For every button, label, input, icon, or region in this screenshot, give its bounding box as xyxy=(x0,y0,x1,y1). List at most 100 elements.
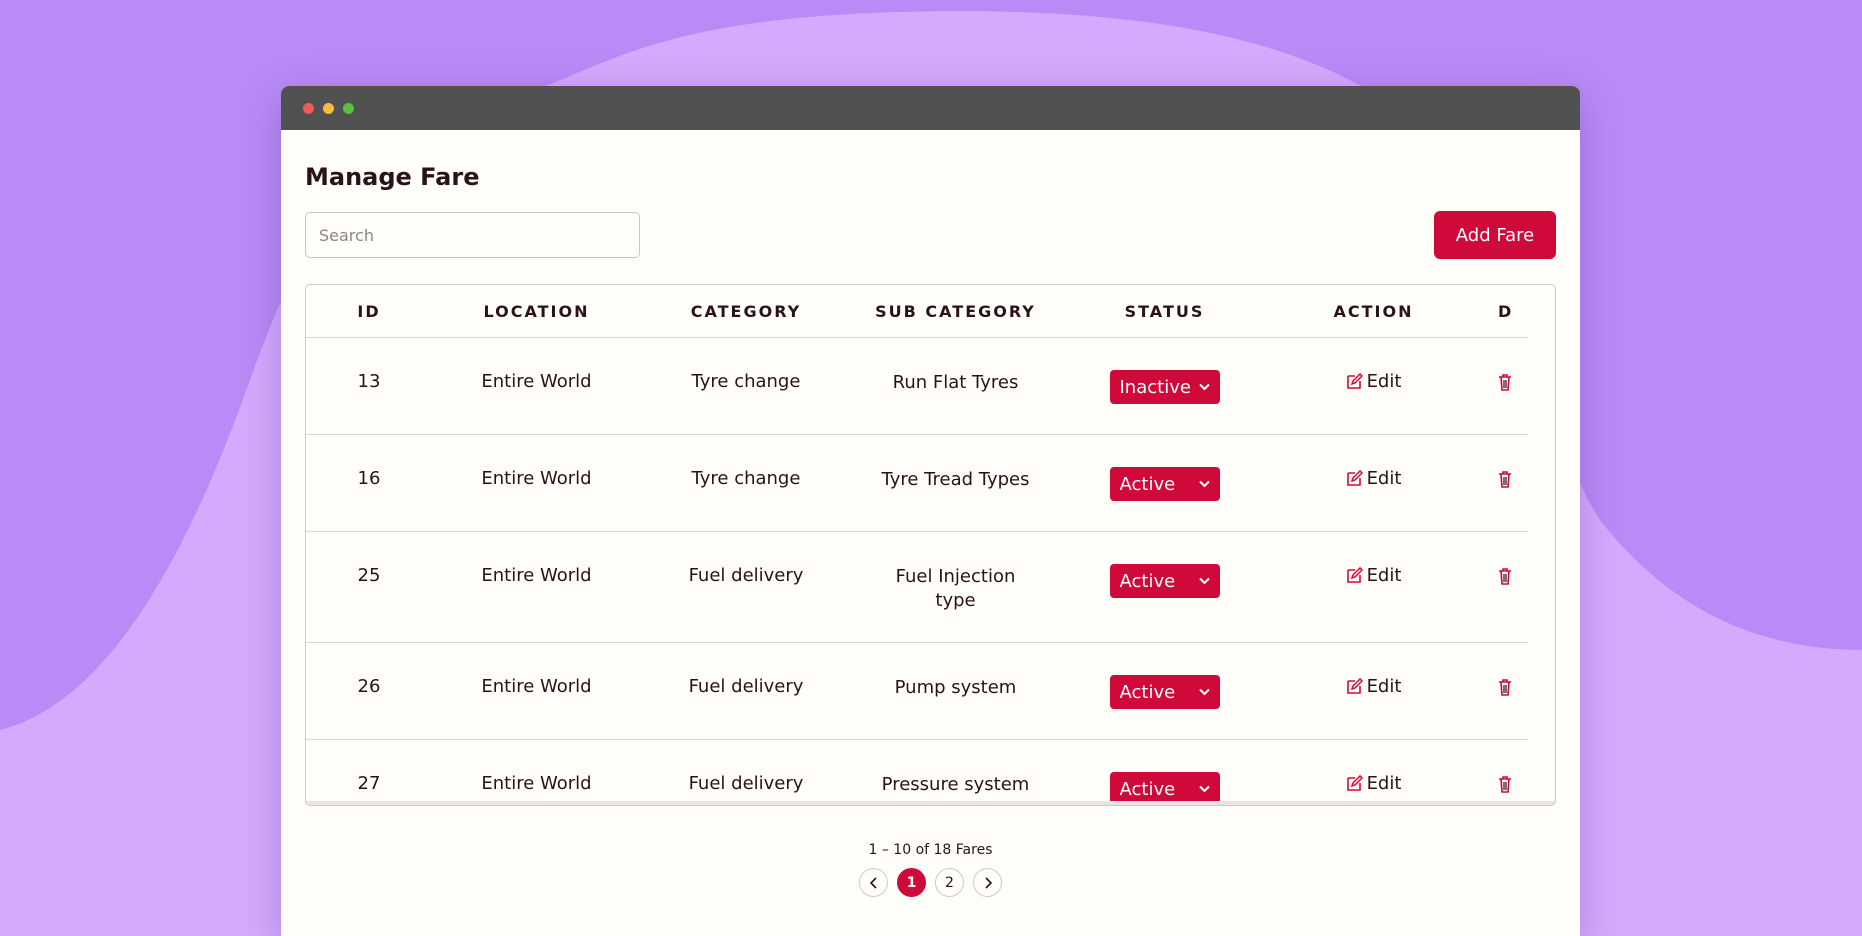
column-header-status[interactable]: STATUS xyxy=(1060,302,1269,321)
cell-id: 27 xyxy=(357,773,381,794)
edit-button[interactable]: Edit xyxy=(1346,371,1402,392)
chevron-down-icon xyxy=(1198,686,1210,699)
chevron-right-icon xyxy=(984,876,992,889)
edit-label: Edit xyxy=(1366,371,1402,392)
edit-icon xyxy=(1346,567,1363,583)
column-header-delete: D xyxy=(1498,301,1514,321)
cell-delete xyxy=(1478,565,1528,588)
next-page-button[interactable] xyxy=(973,868,1002,897)
cell-delete xyxy=(1478,371,1528,394)
window-titlebar xyxy=(281,86,1580,130)
edit-button[interactable]: Edit xyxy=(1346,676,1402,697)
toolbar: Add Fare xyxy=(305,211,1556,259)
cell-category: Fuel delivery xyxy=(688,565,804,586)
cell-location: Entire World xyxy=(481,773,592,794)
cell-id: 25 xyxy=(357,565,381,586)
status-dropdown[interactable]: Active xyxy=(1109,564,1220,598)
search-input[interactable] xyxy=(305,212,640,258)
maximize-window-button[interactable] xyxy=(343,102,354,114)
edit-icon xyxy=(1346,373,1363,389)
cell-sub-category: Pressure system xyxy=(851,773,1060,797)
cell-status: Active xyxy=(1060,675,1269,710)
table-row: 27 Entire World Fuel delivery Pressure s… xyxy=(306,740,1528,805)
chevron-left-icon xyxy=(869,876,877,889)
pagination-summary: 1 – 10 of 18 Fares xyxy=(868,842,993,858)
edit-label: Edit xyxy=(1366,773,1402,794)
trash-icon[interactable] xyxy=(1498,470,1512,488)
cell-category: Tyre change xyxy=(691,371,801,392)
cell-sub-category: Tyre Tread Types xyxy=(851,468,1060,492)
cell-action: Edit xyxy=(1269,676,1478,700)
chevron-down-icon xyxy=(1198,381,1210,394)
table-row: 13 Entire World Tyre change Run Flat Tyr… xyxy=(306,338,1528,435)
cell-category: Fuel delivery xyxy=(688,676,804,697)
column-header-location[interactable]: LOCATION xyxy=(432,302,641,321)
prev-page-button[interactable] xyxy=(859,868,888,897)
main-content: Manage Fare Add Fare ID LOCATION CATEGOR… xyxy=(281,162,1580,897)
sub-category-text: Tyre Tread Types xyxy=(881,469,1030,490)
table-row: 25 Entire World Fuel delivery Fuel Injec… xyxy=(306,532,1528,643)
column-header-sub-category[interactable]: SUB CATEGORY xyxy=(851,302,1060,321)
close-window-button[interactable] xyxy=(303,102,314,114)
column-header-id[interactable]: ID xyxy=(306,302,432,321)
table-header-row: ID LOCATION CATEGORY SUB CATEGORY STATUS… xyxy=(306,285,1528,338)
column-header-action: ACTION xyxy=(1333,301,1414,321)
cell-status: Active xyxy=(1060,564,1269,599)
cell-action: Edit xyxy=(1269,468,1478,492)
trash-icon[interactable] xyxy=(1498,567,1512,585)
cell-sub-category: Pump system xyxy=(851,676,1060,700)
cell-location: Entire World xyxy=(481,676,592,697)
table-row: 16 Entire World Tyre change Tyre Tread T… xyxy=(306,435,1528,532)
cell-action: Edit xyxy=(1269,371,1478,395)
sub-category-text: Pressure system xyxy=(881,774,1030,795)
chevron-down-icon xyxy=(1198,478,1210,491)
cell-category: Fuel delivery xyxy=(688,773,804,794)
edit-button[interactable]: Edit xyxy=(1346,468,1402,489)
minimize-window-button[interactable] xyxy=(323,102,334,114)
page-title: Manage Fare xyxy=(305,163,480,191)
status-label: Active xyxy=(1119,778,1176,800)
edit-icon xyxy=(1346,678,1363,694)
pagination: 1 2 xyxy=(305,868,1556,897)
edit-label: Edit xyxy=(1366,468,1402,489)
status-label: Active xyxy=(1119,473,1176,495)
sub-category-text: Pump system xyxy=(894,677,1017,698)
column-header-category[interactable]: CATEGORY xyxy=(641,302,851,321)
status-label: Inactive xyxy=(1119,376,1191,398)
cell-sub-category: Fuel Injection type xyxy=(851,565,1060,613)
chevron-down-icon xyxy=(1198,575,1210,588)
sub-category-text: Run Flat Tyres xyxy=(892,372,1019,393)
table-row: 26 Entire World Fuel delivery Pump syste… xyxy=(306,643,1528,740)
page-button-1[interactable]: 1 xyxy=(897,868,926,897)
cell-action: Edit xyxy=(1269,565,1478,589)
cell-location: Entire World xyxy=(481,371,592,392)
horizontal-scrollbar[interactable] xyxy=(306,801,1555,805)
edit-button[interactable]: Edit xyxy=(1346,565,1401,586)
status-label: Active xyxy=(1119,570,1176,592)
add-fare-button[interactable]: Add Fare xyxy=(1434,211,1556,259)
status-dropdown[interactable]: Active xyxy=(1109,467,1220,501)
edit-icon xyxy=(1346,470,1363,486)
cell-status: Inactive xyxy=(1060,370,1269,405)
status-dropdown[interactable]: Active xyxy=(1109,675,1220,709)
edit-button[interactable]: Edit xyxy=(1346,773,1402,794)
cell-id: 16 xyxy=(357,468,381,489)
trash-icon[interactable] xyxy=(1498,775,1512,793)
page-button-2[interactable]: 2 xyxy=(935,868,964,897)
cell-location: Entire World xyxy=(481,468,592,489)
cell-delete xyxy=(1478,676,1528,699)
trash-icon[interactable] xyxy=(1498,678,1512,696)
status-label: Active xyxy=(1119,681,1176,703)
fare-table: ID LOCATION CATEGORY SUB CATEGORY STATUS… xyxy=(305,284,1556,806)
cell-category: Tyre change xyxy=(691,468,801,489)
cell-status: Active xyxy=(1060,467,1269,502)
cell-sub-category: Run Flat Tyres xyxy=(851,371,1060,395)
chevron-down-icon xyxy=(1198,783,1210,796)
cell-id: 13 xyxy=(357,371,381,392)
trash-icon[interactable] xyxy=(1498,373,1512,391)
edit-icon xyxy=(1346,775,1363,791)
status-dropdown[interactable]: Inactive xyxy=(1109,370,1220,404)
cell-action: Edit xyxy=(1269,773,1478,797)
cell-delete xyxy=(1478,773,1528,796)
edit-label: Edit xyxy=(1366,676,1402,697)
